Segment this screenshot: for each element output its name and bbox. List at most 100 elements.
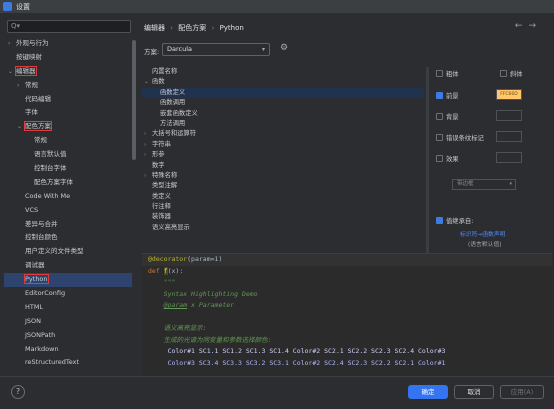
sidebar-item-label: JSONPath [25, 330, 56, 339]
attribute-item[interactable]: 方法调用 [142, 119, 424, 129]
chevron-icon[interactable]: ⌄ [8, 65, 16, 79]
sidebar-item-label: 代码编辑 [25, 94, 51, 103]
sidebar-item-label: 字体 [25, 108, 38, 117]
chevron-icon[interactable]: › [144, 150, 152, 160]
chevron-icon[interactable]: › [144, 140, 152, 150]
foreground-color-swatch[interactable]: FFC66D [496, 89, 522, 100]
attribute-item[interactable]: 函数调用 [142, 98, 424, 108]
attribute-item[interactable]: › 形参 [142, 150, 424, 160]
sidebar-item[interactable]: › 外观与行为 [4, 37, 132, 51]
title-bar: 设置 [0, 0, 554, 13]
sidebar-item-label: 外观与行为 [16, 39, 49, 47]
error-stripe-color-swatch[interactable] [496, 131, 522, 142]
sidebar-item[interactable]: 字体 [4, 106, 132, 120]
chevron-down-icon: ▾ [509, 181, 512, 187]
sidebar-item[interactable]: 常规 [4, 134, 132, 148]
nav-arrows: ←→ [515, 21, 542, 31]
sidebar-item[interactable]: 用户定义的文件类型 [4, 245, 132, 259]
effect-type-select[interactable]: 带边框 ▾ [452, 179, 516, 190]
sidebar-item[interactable]: 代码编辑 [4, 93, 132, 107]
sidebar-item[interactable]: JSON [4, 315, 132, 329]
chevron-icon[interactable]: ⌄ [17, 120, 25, 134]
background-checkbox[interactable]: 背景 [436, 112, 459, 121]
attribute-item[interactable]: › 特殊名称 [142, 171, 424, 181]
sidebar-item[interactable]: ⌄ 编辑器 [4, 65, 132, 79]
attribute-item-label: 类定义 [152, 192, 171, 200]
attribute-item[interactable]: 函数定义 [142, 87, 424, 99]
attribute-item[interactable]: 语义高亮显示 [142, 223, 424, 233]
sidebar-item[interactable]: 语言默认值 [4, 148, 132, 162]
cancel-button[interactable]: 取消 [454, 385, 494, 399]
attribute-item[interactable]: 行注释 [142, 202, 424, 212]
inherit-link[interactable]: 标识符→函数声明 [460, 229, 505, 238]
chevron-icon[interactable]: › [144, 129, 152, 139]
sidebar-item[interactable]: 调试器 [4, 259, 132, 273]
sidebar-item[interactable]: Code With Me [4, 190, 132, 204]
attribute-item[interactable]: › 大括号和运算符 [142, 129, 424, 139]
sidebar-item[interactable]: EditorConfig [4, 287, 132, 301]
scheme-select[interactable]: Darcula ▾ [162, 43, 270, 56]
sidebar-item[interactable]: 按键映射 [4, 51, 132, 65]
inherit-checkbox[interactable]: 值继承自: [436, 216, 473, 225]
error-stripe-checkbox[interactable]: 错误条纹标记 [436, 133, 484, 142]
sidebar-item[interactable]: JSONPath [4, 329, 132, 343]
attribute-item-label: 内置名称 [152, 68, 178, 75]
gear-icon[interactable]: ⚙ [280, 43, 288, 53]
italic-checkbox[interactable]: 斜体 [500, 69, 523, 78]
effects-checkbox[interactable]: 效果 [436, 154, 459, 163]
help-icon[interactable]: ? [11, 385, 25, 399]
preview-line: Color#3 SC3.4 SC3.3 SC3.2 SC3.1 Color#2 … [148, 358, 446, 367]
sidebar-item[interactable]: 控制台字体 [4, 162, 132, 176]
sidebar-item[interactable]: Python [4, 273, 132, 288]
back-arrow-icon[interactable]: ← [515, 21, 529, 31]
attribute-item-label: 特殊名称 [152, 171, 178, 179]
sidebar-item[interactable]: reStructuredText [4, 356, 132, 370]
attribute-item[interactable]: 数字 [142, 161, 424, 171]
apply-button[interactable]: 应用(A) [500, 385, 544, 399]
attribute-item-label: 形参 [152, 151, 165, 159]
settings-sidebar: Q▾ › 外观与行为 按键映射 ⌄ 编辑器 › 常规 代码编辑 字体 ⌄ 配色方案 常规 语言默认值 控制… [4, 15, 136, 375]
sidebar-item-label: 用户定义的文件类型 [25, 247, 84, 256]
effects-color-swatch[interactable] [496, 152, 522, 163]
attribute-item-label: 数字 [152, 161, 165, 169]
sidebar-item[interactable]: 差异与合并 [4, 218, 132, 232]
attribute-item-label: 大括号和运算符 [152, 130, 197, 138]
attribute-item-label: 字符串 [152, 140, 171, 148]
attribute-item[interactable]: 类定义 [142, 192, 424, 202]
attribute-item[interactable]: ⌄ 函数 [142, 77, 424, 87]
attribute-item[interactable]: 内置名称 [142, 67, 424, 77]
forward-arrow-icon[interactable]: → [528, 21, 542, 31]
attribute-item[interactable]: 嵌套函数定义 [142, 109, 424, 119]
attribute-item[interactable]: 装饰器 [142, 212, 424, 222]
attribute-tree-scrollbar[interactable] [426, 67, 429, 261]
attribute-item-label: 函数定义 [160, 88, 186, 96]
sidebar-item-label: 编辑器 [15, 65, 37, 76]
chevron-icon[interactable]: › [8, 37, 16, 51]
sidebar-item[interactable]: HTML [4, 301, 132, 315]
breadcrumb-color-scheme[interactable]: 配色方案 [178, 24, 206, 32]
background-color-swatch[interactable] [496, 110, 522, 121]
breadcrumb-editor[interactable]: 编辑器 [144, 24, 165, 32]
sidebar-item-label: 调试器 [25, 261, 45, 270]
chevron-icon[interactable]: › [17, 79, 25, 93]
foreground-checkbox[interactable]: 前景 [436, 91, 459, 100]
attribute-item[interactable]: › 字符串 [142, 140, 424, 150]
sidebar-item-label: 常规 [34, 136, 47, 145]
chevron-icon[interactable]: › [144, 171, 152, 181]
sidebar-item[interactable]: ⌄ 配色方案 [4, 120, 132, 134]
chevron-icon[interactable]: ⌄ [144, 77, 152, 87]
ok-button[interactable]: 确定 [408, 385, 448, 399]
bold-checkbox[interactable]: 粗体 [436, 69, 459, 78]
sidebar-item[interactable]: VCS [4, 204, 132, 218]
sidebar-item[interactable]: Markdown [4, 343, 132, 357]
preview-line: @decorator(param=1) [142, 254, 552, 266]
sidebar-item[interactable]: 控制台颜色 [4, 231, 132, 245]
attribute-item-label: 函数 [152, 78, 165, 86]
breadcrumb-python: Python [219, 24, 244, 32]
search-icon: Q▾ [11, 22, 21, 30]
code-preview[interactable]: @decorator(param=1) def f(x): """ Syntax… [142, 253, 552, 375]
sidebar-item[interactable]: › 常规 [4, 79, 132, 93]
sidebar-item[interactable]: 配色方案字体 [4, 176, 132, 190]
settings-search-input[interactable]: Q▾ [7, 20, 131, 33]
attribute-item[interactable]: 类型注解 [142, 181, 424, 191]
